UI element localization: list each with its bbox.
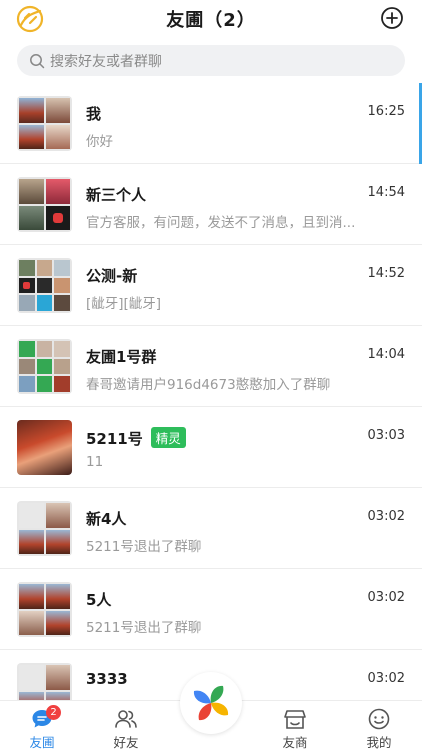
center-pinwheel-button[interactable] [180, 672, 242, 734]
group-avatar [17, 663, 72, 700]
chat-row[interactable]: 新三个人 14:54 官方客服，有问题，发送不了消息，且到消... [0, 164, 422, 245]
chat-time: 03:02 [367, 671, 405, 686]
chat-row[interactable]: 我 16:25 你好 [0, 83, 422, 164]
chat-last-message: 11 [86, 454, 104, 470]
tab-youpu[interactable]: 2 友圃 [12, 701, 72, 750]
group-avatar [17, 582, 72, 637]
unread-badge: 2 [46, 705, 61, 720]
tab-shop[interactable]: 友商 [265, 701, 325, 750]
group-avatar [17, 339, 72, 394]
pinwheel-icon [193, 685, 229, 721]
chat-name-text: 5211号 [86, 430, 143, 448]
chat-name: 3333 [86, 670, 128, 688]
friends-icon [114, 708, 138, 730]
chat-name: 5211号 精灵 [86, 427, 186, 449]
chat-time: 03:03 [367, 428, 405, 443]
tab-label: 友商 [282, 735, 308, 750]
chat-last-message: 5211号退出了群聊 [86, 620, 202, 636]
tab-friends[interactable]: 好友 [96, 701, 156, 750]
chat-last-message: [龇牙][龇牙] [86, 296, 162, 312]
chat-last-message: 你好 [86, 134, 113, 150]
chat-time: 16:25 [367, 104, 405, 119]
chat-name: 公测-新 [86, 267, 138, 285]
search-icon [29, 53, 45, 69]
chat-last-message: 5211号退出了群聊 [86, 539, 202, 555]
plus-circle-icon[interactable] [380, 6, 404, 30]
chat-row[interactable]: 5211号 精灵 03:03 11 [0, 407, 422, 488]
tab-label: 友圃 [29, 735, 55, 750]
chat-time: 14:04 [367, 347, 405, 362]
tab-me[interactable]: 我的 [349, 701, 409, 750]
user-avatar [17, 420, 72, 475]
chat-time: 14:52 [367, 266, 405, 281]
group-avatar [17, 258, 72, 313]
tab-label: 我的 [366, 735, 392, 750]
chat-time: 03:02 [367, 590, 405, 605]
smiley-face-icon [367, 708, 391, 730]
chat-last-message: 春哥邀请用户916d4673憨憨加入了群聊 [86, 377, 331, 393]
chat-last-message: 官方客服，有问题，发送不了消息，且到消... [86, 215, 356, 231]
chat-list: 我 16:25 你好 新三个人 14:54 官方客服，有问题，发送不了消息，且到… [0, 83, 422, 700]
group-avatar [17, 177, 72, 232]
chat-row[interactable]: 新4人 03:02 5211号退出了群聊 [0, 488, 422, 569]
chat-name: 新三个人 [86, 186, 147, 204]
tab-label: 好友 [113, 735, 139, 750]
tag-badge: 精灵 [150, 427, 186, 448]
chat-name: 友圃1号群 [86, 348, 157, 366]
chat-row[interactable]: 公测-新 14:52 [龇牙][龇牙] [0, 245, 422, 326]
chat-time: 03:02 [367, 509, 405, 524]
search-placeholder: 搜索好友或者群聊 [50, 54, 162, 70]
chat-name: 新4人 [86, 510, 127, 528]
chat-row[interactable]: 友圃1号群 14:04 春哥邀请用户916d4673憨憨加入了群聊 [0, 326, 422, 407]
group-avatar [17, 501, 72, 556]
chat-name: 5人 [86, 591, 112, 609]
search-bar[interactable]: 搜索好友或者群聊 [17, 45, 405, 76]
header: 友圃（2） [0, 0, 422, 40]
group-avatar [17, 96, 72, 151]
chat-name: 我 [86, 105, 102, 123]
shop-icon [283, 708, 307, 730]
page-title: 友圃（2） [166, 10, 256, 31]
chat-row[interactable]: 5人 03:02 5211号退出了群聊 [0, 569, 422, 650]
chat-time: 14:54 [367, 185, 405, 200]
